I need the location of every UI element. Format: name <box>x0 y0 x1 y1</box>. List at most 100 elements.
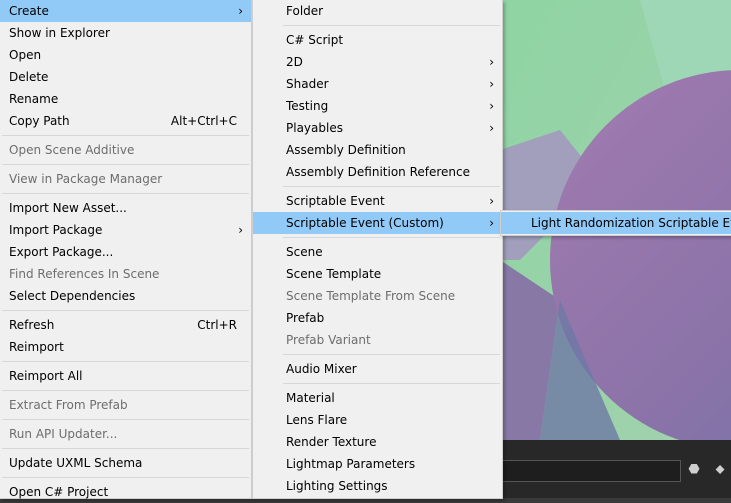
chevron-right-icon: › <box>489 99 494 113</box>
menu-separator <box>2 361 249 362</box>
menu-separator <box>283 186 500 187</box>
main-item-open[interactable]: Open <box>0 44 251 66</box>
menu-separator <box>2 419 249 420</box>
menu-item-label: Lighting Settings <box>286 479 388 493</box>
menu-item-label: Prefab <box>286 311 325 325</box>
create-item-scene-template[interactable]: Scene Template <box>253 263 502 285</box>
menu-item-label: Open Scene Additive <box>9 143 135 157</box>
create-item-assembly-definition[interactable]: Assembly Definition <box>253 139 502 161</box>
create-item-lighting-settings[interactable]: Lighting Settings <box>253 475 502 497</box>
menu-item-label: Assembly Definition <box>286 143 406 157</box>
menu-item-label: Export Package... <box>9 245 114 259</box>
create-item-audio-mixer[interactable]: Audio Mixer <box>253 358 502 380</box>
create-item-material[interactable]: Material <box>253 387 502 409</box>
menu-separator <box>2 390 249 391</box>
menu-item-label: Run API Updater... <box>9 427 118 441</box>
create-item-prefab-variant: Prefab Variant <box>253 329 502 351</box>
create-item-scene[interactable]: Scene <box>253 241 502 263</box>
create-item-folder[interactable]: Folder <box>253 0 502 22</box>
menu-item-label: Open C# Project <box>9 485 109 499</box>
main-item-reimport-all[interactable]: Reimport All <box>0 365 251 387</box>
menu-item-label: Refresh <box>9 318 55 332</box>
menu-separator <box>2 164 249 165</box>
menu-item-label: 2D <box>286 55 303 69</box>
menu-item-label: Scene <box>286 245 323 259</box>
menu-item-label: Import New Asset... <box>9 201 127 215</box>
main-item-show-in-explorer[interactable]: Show in Explorer <box>0 22 251 44</box>
menu-separator <box>2 193 249 194</box>
menu-item-label: Show in Explorer <box>9 26 110 40</box>
shortcut-label: Alt+Ctrl+C <box>170 114 237 128</box>
menu-item-label: Assembly Definition Reference <box>286 165 471 179</box>
menu-item-label: Lightmap Parameters <box>286 457 416 471</box>
chevron-right-icon: › <box>489 194 494 208</box>
chevron-right-icon: › <box>489 216 494 230</box>
main-item-view-in-package-manager: View in Package Manager <box>0 168 251 190</box>
filter-by-type-icon[interactable]: ⬣ <box>686 462 702 478</box>
create-item-c-script[interactable]: C# Script <box>253 29 502 51</box>
search-field[interactable] <box>500 460 681 482</box>
create-item-assembly-definition-reference[interactable]: Assembly Definition Reference <box>253 161 502 183</box>
main-item-copy-path[interactable]: Copy Path Alt+Ctrl+C <box>0 110 251 132</box>
menu-item-label: Material <box>286 391 335 405</box>
menu-item-label: Playables <box>286 121 343 135</box>
menu-item-label: Light Randomization Scriptable Event <box>531 216 731 230</box>
main-item-run-api-updater: Run API Updater... <box>0 423 251 445</box>
main-item-create[interactable]: Create › <box>0 0 251 22</box>
main-item-update-uxml-schema[interactable]: Update UXML Schema <box>0 452 251 474</box>
menu-separator <box>283 25 500 26</box>
menu-item-label: Delete <box>9 70 49 84</box>
main-item-import-package[interactable]: Import Package › <box>0 219 251 241</box>
shortcut-label: Ctrl+R <box>197 318 237 332</box>
chevron-right-icon: › <box>489 55 494 69</box>
chevron-right-icon: › <box>489 77 494 91</box>
scene-toolbar: ⬣ ⬥ <box>500 440 731 498</box>
menu-item-label: Scene Template <box>286 267 382 281</box>
chevron-right-icon: › <box>238 4 243 18</box>
create-item-prefab[interactable]: Prefab <box>253 307 502 329</box>
context-menu-create: Folder C# Script 2D › Shader › Testing › Playabl… <box>252 0 503 499</box>
create-item-scriptable-event[interactable]: Scriptable Event › <box>253 190 502 212</box>
menu-item-label: Audio Mixer <box>286 362 357 376</box>
create-item-testing[interactable]: Testing › <box>253 95 502 117</box>
context-menu-main: Create › Show in Explorer Open Delete Rename C… <box>0 0 252 499</box>
menu-item-label: Scriptable Event (Custom) <box>286 216 444 230</box>
menu-item-label: Extract From Prefab <box>9 398 128 412</box>
menu-item-label: View in Package Manager <box>9 172 163 186</box>
main-item-open-c-project[interactable]: Open C# Project <box>0 481 251 503</box>
main-item-select-dependencies[interactable]: Select Dependencies <box>0 285 251 307</box>
create-item-2d[interactable]: 2D › <box>253 51 502 73</box>
menu-item-label: Lens Flare <box>286 413 348 427</box>
main-item-find-references-in-scene: Find References In Scene <box>0 263 251 285</box>
menu-item-label: Render Texture <box>286 435 377 449</box>
main-item-extract-from-prefab: Extract From Prefab <box>0 394 251 416</box>
menu-separator <box>283 354 500 355</box>
main-item-refresh[interactable]: Refresh Ctrl+R <box>0 314 251 336</box>
menu-item-label: Reimport All <box>9 369 83 383</box>
label-tag-icon[interactable]: ⬥ <box>712 462 728 478</box>
main-item-rename[interactable]: Rename <box>0 88 251 110</box>
main-item-reimport[interactable]: Reimport <box>0 336 251 358</box>
menu-item-label: Reimport <box>9 340 64 354</box>
create-item-lightmap-parameters[interactable]: Lightmap Parameters <box>253 453 502 475</box>
menu-item-label: Rename <box>9 92 59 106</box>
main-item-delete[interactable]: Delete <box>0 66 251 88</box>
chevron-right-icon: › <box>489 121 494 135</box>
menu-item-label: Scene Template From Scene <box>286 289 456 303</box>
create-item-scriptable-event-custom[interactable]: Scriptable Event (Custom) › <box>253 212 502 234</box>
custom-item-light-randomization-scriptable-event[interactable]: Light Randomization Scriptable Event <box>501 212 731 234</box>
menu-separator <box>2 310 249 311</box>
create-item-render-texture[interactable]: Render Texture <box>253 431 502 453</box>
menu-item-label: Select Dependencies <box>9 289 136 303</box>
menu-separator <box>2 135 249 136</box>
create-item-playables[interactable]: Playables › <box>253 117 502 139</box>
main-item-export-package[interactable]: Export Package... <box>0 241 251 263</box>
main-item-import-new-asset[interactable]: Import New Asset... <box>0 197 251 219</box>
menu-item-label: Shader <box>286 77 329 91</box>
menu-separator <box>283 383 500 384</box>
context-menu-scriptable-event-custom: Light Randomization Scriptable Event <box>500 210 731 236</box>
menu-separator <box>2 477 249 478</box>
create-item-shader[interactable]: Shader › <box>253 73 502 95</box>
create-item-lens-flare[interactable]: Lens Flare <box>253 409 502 431</box>
menu-item-label: Scriptable Event <box>286 194 385 208</box>
